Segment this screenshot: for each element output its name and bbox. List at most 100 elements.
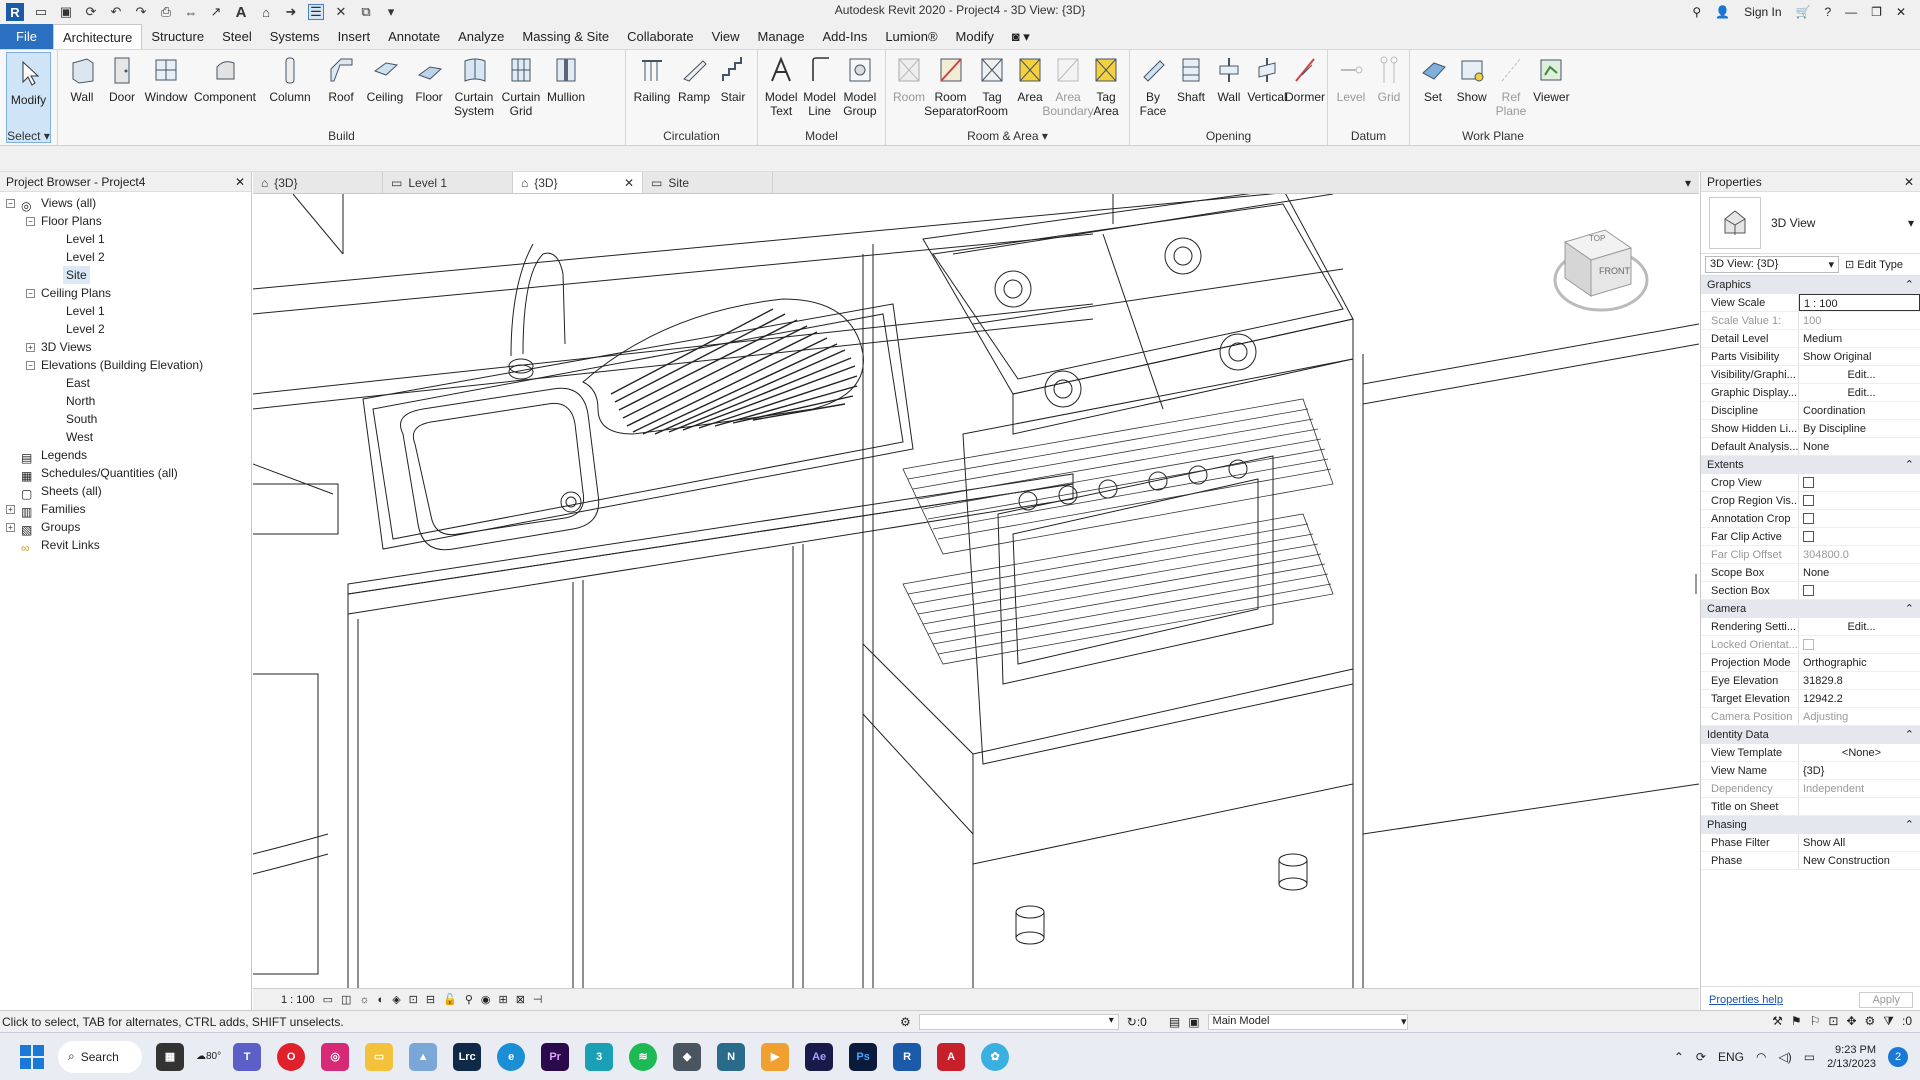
file-tab[interactable]: File <box>0 24 53 49</box>
tree-ceiling-plans[interactable]: − Ceiling Plans <box>0 284 251 302</box>
lightroom-classic-icon[interactable]: Lrc <box>453 1042 482 1071</box>
prop-eye-elevation[interactable]: Eye Elevation 31829.8 <box>1701 672 1920 690</box>
revit-logo-icon[interactable]: R <box>6 3 24 21</box>
prop-graphic-display[interactable]: Graphic Display... Edit... <box>1701 384 1920 402</box>
undo-icon[interactable]: ↶ <box>108 4 124 20</box>
edge-icon[interactable]: e <box>497 1042 526 1071</box>
expand-icon[interactable]: + <box>26 342 35 352</box>
analytical-icon[interactable]: ⊠ <box>516 993 525 1006</box>
prop-value[interactable]: None <box>1799 564 1920 581</box>
sign-in-link[interactable]: Sign In <box>1744 5 1781 19</box>
tree-ceiling-level-2[interactable]: Level 2 <box>0 320 251 338</box>
edit-button[interactable]: Edit... <box>1799 384 1920 401</box>
tree-floor-plans[interactable]: − Floor Plans <box>0 212 251 230</box>
lock-3d-icon[interactable]: 🔓 <box>443 993 457 1006</box>
tree-views-all[interactable]: − ◎ Views (all) <box>0 194 251 213</box>
viewport-scroll-handle[interactable] <box>1695 574 1697 594</box>
tree-north[interactable]: North <box>0 392 251 410</box>
help-icon[interactable]: ? <box>1824 5 1831 19</box>
shadows-icon[interactable]: ◐ <box>378 994 385 1006</box>
close-hidden-icon[interactable]: ✕ <box>333 4 349 20</box>
tab-level-1[interactable]: ▭ Level 1 <box>383 172 513 193</box>
apply-button[interactable]: Apply <box>1859 991 1913 1008</box>
tree-revit-links[interactable]: ∞ Revit Links <box>0 536 251 555</box>
premiere-pro-icon[interactable]: Pr <box>541 1042 570 1071</box>
prop-discipline[interactable]: Discipline Coordination <box>1701 402 1920 420</box>
collapse-icon[interactable]: − <box>26 216 35 226</box>
prop-title-on-sheet[interactable]: Title on Sheet <box>1701 798 1920 816</box>
tree-floor-level-1[interactable]: Level 1 <box>0 230 251 248</box>
close-tab-icon[interactable]: ✕ <box>624 176 634 190</box>
3ds-max-icon[interactable]: 3 <box>585 1042 614 1071</box>
prop-projection-mode[interactable]: Projection Mode Orthographic <box>1701 654 1920 672</box>
properties-help-link[interactable]: Properties help <box>1709 994 1783 1006</box>
battery-icon[interactable]: ▭ <box>1804 1050 1815 1064</box>
tree-schedules[interactable]: ▦ Schedules/Quantities (all) <box>0 464 251 483</box>
tree-families[interactable]: + ▥ Families <box>0 500 251 519</box>
viewcube-top[interactable]: TOP <box>1589 234 1605 243</box>
show-crop-icon[interactable]: ⊟ <box>426 993 435 1006</box>
prop-far-clip-active[interactable]: Far Clip Active <box>1701 528 1920 546</box>
prop-phase-filter[interactable]: Phase Filter Show All <box>1701 834 1920 852</box>
tree-south[interactable]: South <box>0 410 251 428</box>
cart-icon[interactable]: 🛒 <box>1796 5 1811 19</box>
measure-icon[interactable]: ⇔ <box>183 4 199 20</box>
prop-value[interactable]: {3D} <box>1799 762 1920 779</box>
viewcube-front[interactable]: FRONT <box>1599 266 1630 276</box>
instagram-icon[interactable]: ◎ <box>321 1042 350 1071</box>
opera-icon[interactable]: O <box>277 1042 306 1071</box>
sun-path-icon[interactable]: ☼ <box>359 994 369 1006</box>
tab-lumion[interactable]: Lumion® <box>876 24 946 49</box>
background-processes-icon[interactable]: ⚙ <box>1865 1014 1876 1029</box>
section-graphics[interactable]: Graphics ⌃ <box>1701 276 1920 294</box>
sketchup-icon[interactable]: ◆ <box>673 1042 702 1071</box>
prop-detail-level[interactable]: Detail Level Medium <box>1701 330 1920 348</box>
spotify-icon[interactable]: ≋ <box>629 1042 658 1071</box>
customize-qat-icon[interactable]: ▾ <box>383 4 399 20</box>
redo-icon[interactable]: ↷ <box>133 4 149 20</box>
expand-icon[interactable]: + <box>6 522 15 532</box>
prop-show-hidden-lines[interactable]: Show Hidden Li... By Discipline <box>1701 420 1920 438</box>
prop-value[interactable]: Medium <box>1799 330 1920 347</box>
language-indicator[interactable]: ENG <box>1718 1050 1744 1064</box>
select-dropdown[interactable]: Select ▾ <box>0 129 57 143</box>
taskbar-search[interactable]: ⌕ Search <box>58 1040 142 1073</box>
tab-modify[interactable]: Modify <box>947 24 1003 49</box>
edit-button[interactable]: Edit... <box>1799 618 1920 635</box>
prop-annotation-crop[interactable]: Annotation Crop <box>1701 510 1920 528</box>
prop-value[interactable]: New Construction <box>1799 852 1920 869</box>
prop-default-analysis[interactable]: Default Analysis... None <box>1701 438 1920 456</box>
select-by-face-icon[interactable]: ⊡ <box>1828 1014 1838 1029</box>
tab-structure[interactable]: Structure <box>142 24 213 49</box>
design-options-icon[interactable]: ▤ <box>1169 1015 1180 1029</box>
worksharing-icon[interactable]: ⊞ <box>498 993 507 1006</box>
wifi-icon[interactable]: ◠ <box>1756 1050 1766 1064</box>
editable-only-icon[interactable]: ↻ <box>1127 1015 1137 1029</box>
clock[interactable]: 9:23 PM 2/13/2023 <box>1827 1043 1876 1071</box>
navisworks-icon[interactable]: N <box>717 1042 746 1071</box>
photoshop-icon[interactable]: Ps <box>849 1042 878 1071</box>
workset-dropdown[interactable]: ▾ <box>918 1013 1119 1030</box>
print-icon[interactable]: ⎙ <box>158 4 174 20</box>
media-player-icon[interactable]: ▶ <box>761 1042 790 1071</box>
task-view-icon[interactable]: ▦ <box>156 1042 184 1071</box>
section-phasing[interactable]: Phasing ⌃ <box>1701 816 1920 834</box>
tab-architecture[interactable]: Architecture <box>52 24 143 49</box>
close-icon[interactable]: ✕ <box>235 175 245 189</box>
switch-windows-icon[interactable]: ⧉ <box>358 4 374 20</box>
collapse-icon[interactable]: − <box>6 198 15 208</box>
prop-value[interactable]: 31829.8 <box>1799 672 1920 689</box>
section-extents[interactable]: Extents ⌃ <box>1701 456 1920 474</box>
tab-add-ins[interactable]: Add-Ins <box>814 24 877 49</box>
close-icon[interactable]: ✕ <box>1904 175 1914 189</box>
collapse-icon[interactable]: − <box>26 288 35 298</box>
close-icon[interactable]: ✕ <box>1896 5 1906 19</box>
teams-icon[interactable]: T <box>233 1042 262 1071</box>
temp-hide-icon[interactable]: ⚲ <box>465 993 473 1006</box>
prop-value[interactable]: 1 : 100 <box>1799 294 1920 311</box>
prop-parts-visibility[interactable]: Parts Visibility Show Original <box>1701 348 1920 366</box>
user-icon[interactable]: 👤 <box>1715 5 1730 19</box>
open-icon[interactable]: ▭ <box>33 4 49 20</box>
tree-floor-level-2[interactable]: Level 2 <box>0 248 251 266</box>
section-camera[interactable]: Camera ⌃ <box>1701 600 1920 618</box>
